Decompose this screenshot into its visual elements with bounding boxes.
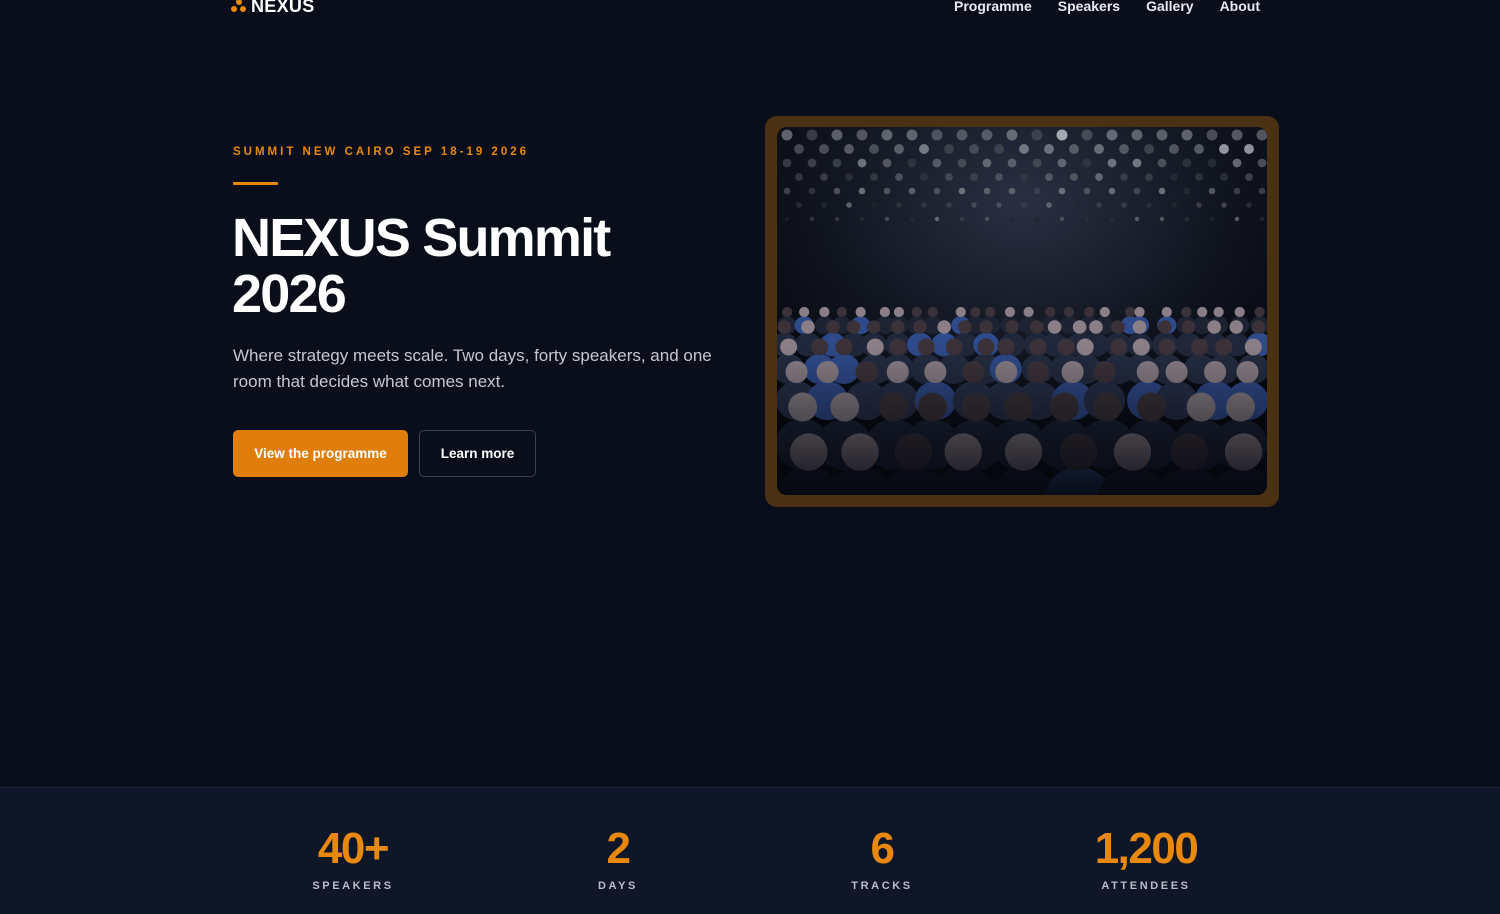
nav-link-about[interactable]: About [1220,0,1260,14]
top-nav: NEXUS Programme Speakers Gallery About [0,0,1500,16]
stat-label: SPEAKERS [312,880,394,892]
stat-label: DAYS [598,880,638,892]
hero-subtitle: Where strategy meets scale. Two days, fo… [233,346,712,391]
hero-image-frame [765,116,1279,507]
event-eyebrow: SUMMIT NEW CAIRO SEP 18-19 2026 [233,146,530,158]
nav-link-programme[interactable]: Programme [954,0,1032,14]
stat-label: ATTENDEES [1101,880,1191,892]
nav-links: Programme Speakers Gallery About [954,0,1260,16]
logo-text: NEXUS [251,0,315,16]
stat-value: 2 [606,824,631,873]
stat-value: 1,200 [1094,824,1199,873]
brand-logo[interactable]: NEXUS [231,0,315,16]
conference-audience-photo [777,127,1267,495]
stats-bar: 40+ SPEAKERS 2 DAYS 6 TRACKS 1,200 ATTEN… [0,787,1500,914]
view-programme-button[interactable]: View the programme [233,430,408,477]
stat-label: TRACKS [851,880,913,892]
learn-more-button[interactable]: Learn more [419,430,536,477]
nav-link-gallery[interactable]: Gallery [1146,0,1193,14]
stat-value: 40+ [317,824,390,873]
eyebrow-divider [233,182,278,185]
page-title: NEXUS Summit 2026 [232,208,611,324]
stat-value: 6 [870,824,895,873]
tri-dot-logo-icon [231,0,246,13]
nav-link-speakers[interactable]: Speakers [1058,0,1120,14]
